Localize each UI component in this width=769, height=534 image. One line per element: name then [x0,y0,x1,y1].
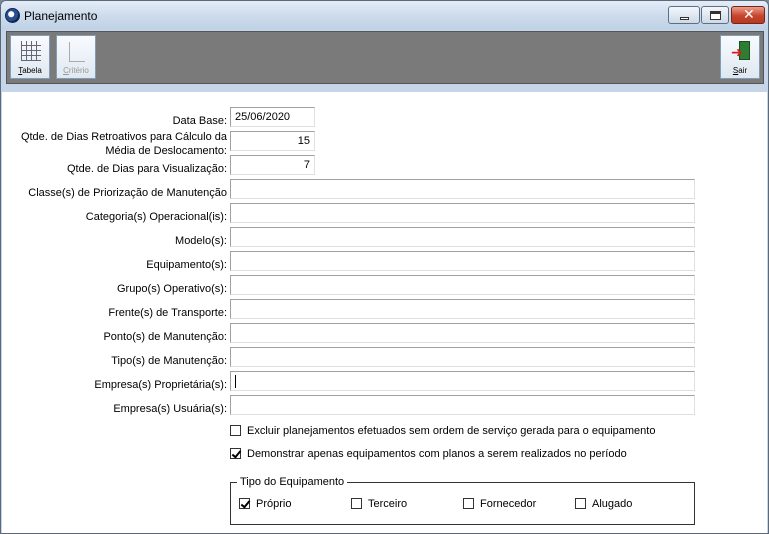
planejamento-window: Planejamento ✕ Tabela Critério ➜ Sair Da… [0,0,769,534]
terceiro-checkbox[interactable] [351,498,362,509]
tabela-button[interactable]: Tabela [10,35,50,79]
criteria-icon [69,42,85,62]
dias-retroativos-input[interactable]: 15 [230,131,315,151]
form-panel: Data Base: 25/06/2020 Qtde. de Dias Retr… [2,92,767,533]
close-icon: ✕ [743,7,755,23]
empresa-proprietaria-label: Empresa(s) Proprietária(s): [94,379,227,391]
empresa-proprietaria-input[interactable] [230,371,695,391]
ponto-manutencao-input[interactable] [230,323,695,343]
modelo-label: Modelo(s): [175,235,227,247]
excluir-label: Excluir planejamentos efetuados sem orde… [247,425,656,437]
text-caret [235,374,236,388]
dias-retroativos-label-line2: Média de Deslocamento: [105,145,227,157]
equipamento-label: Equipamento(s): [146,259,227,271]
tipo-equipamento-title: Tipo do Equipamento [237,476,348,488]
grupo-operativo-input[interactable] [230,275,695,295]
frente-transporte-input[interactable] [230,299,695,319]
minimize-button[interactable] [668,6,700,24]
maximize-icon [710,11,721,20]
frente-transporte-label: Frente(s) de Transporte: [108,307,227,319]
ponto-manutencao-label: Ponto(s) de Manutenção: [103,331,227,343]
demonstrar-label: Demonstrar apenas equipamentos com plano… [247,448,627,460]
classe-priorizacao-input[interactable] [230,179,695,199]
demonstrar-checkbox[interactable] [230,448,241,459]
proprio-checkbox[interactable] [239,498,250,509]
alugado-label: Alugado [592,498,633,510]
sair-label: Sair [732,66,748,75]
dias-retroativos-label-line1: Qtde. de Dias Retroativos para Cálculo d… [20,131,227,143]
fornecedor-label: Fornecedor [480,498,537,510]
alugado-checkbox[interactable] [575,498,586,509]
modelo-input[interactable] [230,227,695,247]
minimize-icon [680,17,689,20]
window-title: Planejamento [24,9,98,23]
close-button[interactable]: ✕ [731,6,765,24]
title-bar[interactable]: Planejamento ✕ [1,1,768,30]
excluir-checkbox[interactable] [230,425,241,436]
terceiro-label: Terceiro [368,498,408,510]
criterio-label: Critério [63,66,89,75]
data-base-label: Data Base: [172,115,227,127]
criterio-button[interactable]: Critério [56,35,96,79]
categoria-operacional-label: Categoria(s) Operacional(is): [85,211,227,223]
sair-button[interactable]: ➜ Sair [720,35,760,79]
empresa-usuaria-label: Empresa(s) Usuária(s): [113,403,227,415]
proprio-label: Próprio [256,498,292,510]
tipo-manutencao-label: Tipo(s) de Manutenção: [111,355,227,367]
tipo-equipamento-group: Tipo do Equipamento Próprio Terceiro For… [230,476,695,525]
tipo-manutencao-input[interactable] [230,347,695,367]
data-base-input[interactable]: 25/06/2020 [230,107,315,127]
toolbar: Tabela Critério ➜ Sair [6,31,764,84]
app-orb-icon[interactable] [5,8,20,23]
table-grid-icon [21,41,41,61]
empresa-usuaria-input[interactable] [230,395,695,415]
dias-visualizacao-label: Qtde. de Dias para Visualização: [67,163,227,175]
exit-door-icon: ➜ [731,41,751,61]
dias-visualizacao-input[interactable]: 7 [230,155,315,175]
fornecedor-checkbox[interactable] [463,498,474,509]
classe-priorizacao-label: Classe(s) de Priorização de Manutenção [28,187,227,199]
tabela-label: Tabela [18,66,42,75]
grupo-operativo-label: Grupo(s) Operativo(s): [116,283,227,295]
equipamento-input[interactable] [230,251,695,271]
maximize-button[interactable] [701,6,729,24]
categoria-operacional-input[interactable] [230,203,695,223]
